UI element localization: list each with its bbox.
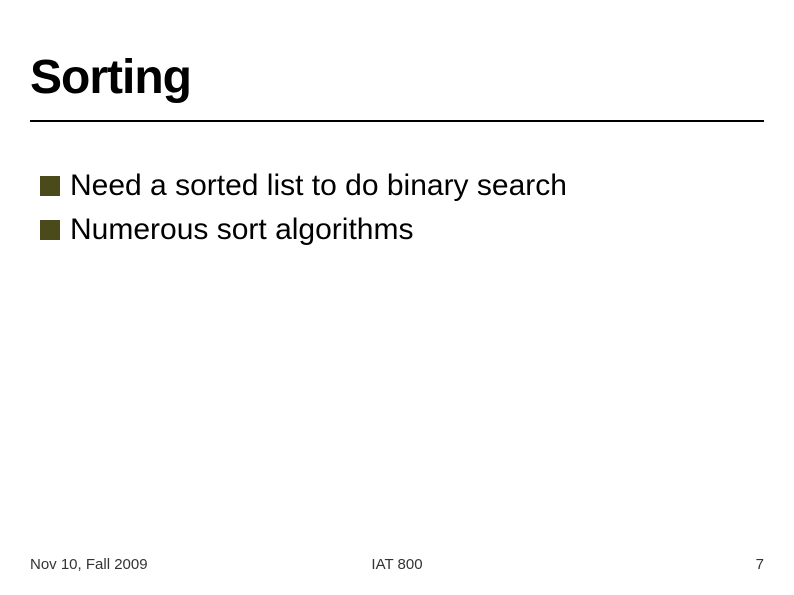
footer-course: IAT 800 — [275, 556, 520, 573]
bullet-text: Numerous sort algorithms — [70, 212, 413, 248]
bullet-list: Need a sorted list to do binary search N… — [40, 168, 567, 256]
list-item: Numerous sort algorithms — [40, 212, 567, 248]
footer-date: Nov 10, Fall 2009 — [30, 556, 275, 573]
slide-title: Sorting — [30, 50, 191, 105]
bullet-text: Need a sorted list to do binary search — [70, 168, 567, 204]
slide-footer: Nov 10, Fall 2009 IAT 800 7 — [30, 556, 764, 573]
square-bullet-icon — [40, 176, 60, 196]
slide: Sorting Need a sorted list to do binary … — [0, 0, 794, 595]
footer-page-number: 7 — [519, 556, 764, 573]
list-item: Need a sorted list to do binary search — [40, 168, 567, 204]
title-underline — [30, 120, 764, 122]
square-bullet-icon — [40, 220, 60, 240]
